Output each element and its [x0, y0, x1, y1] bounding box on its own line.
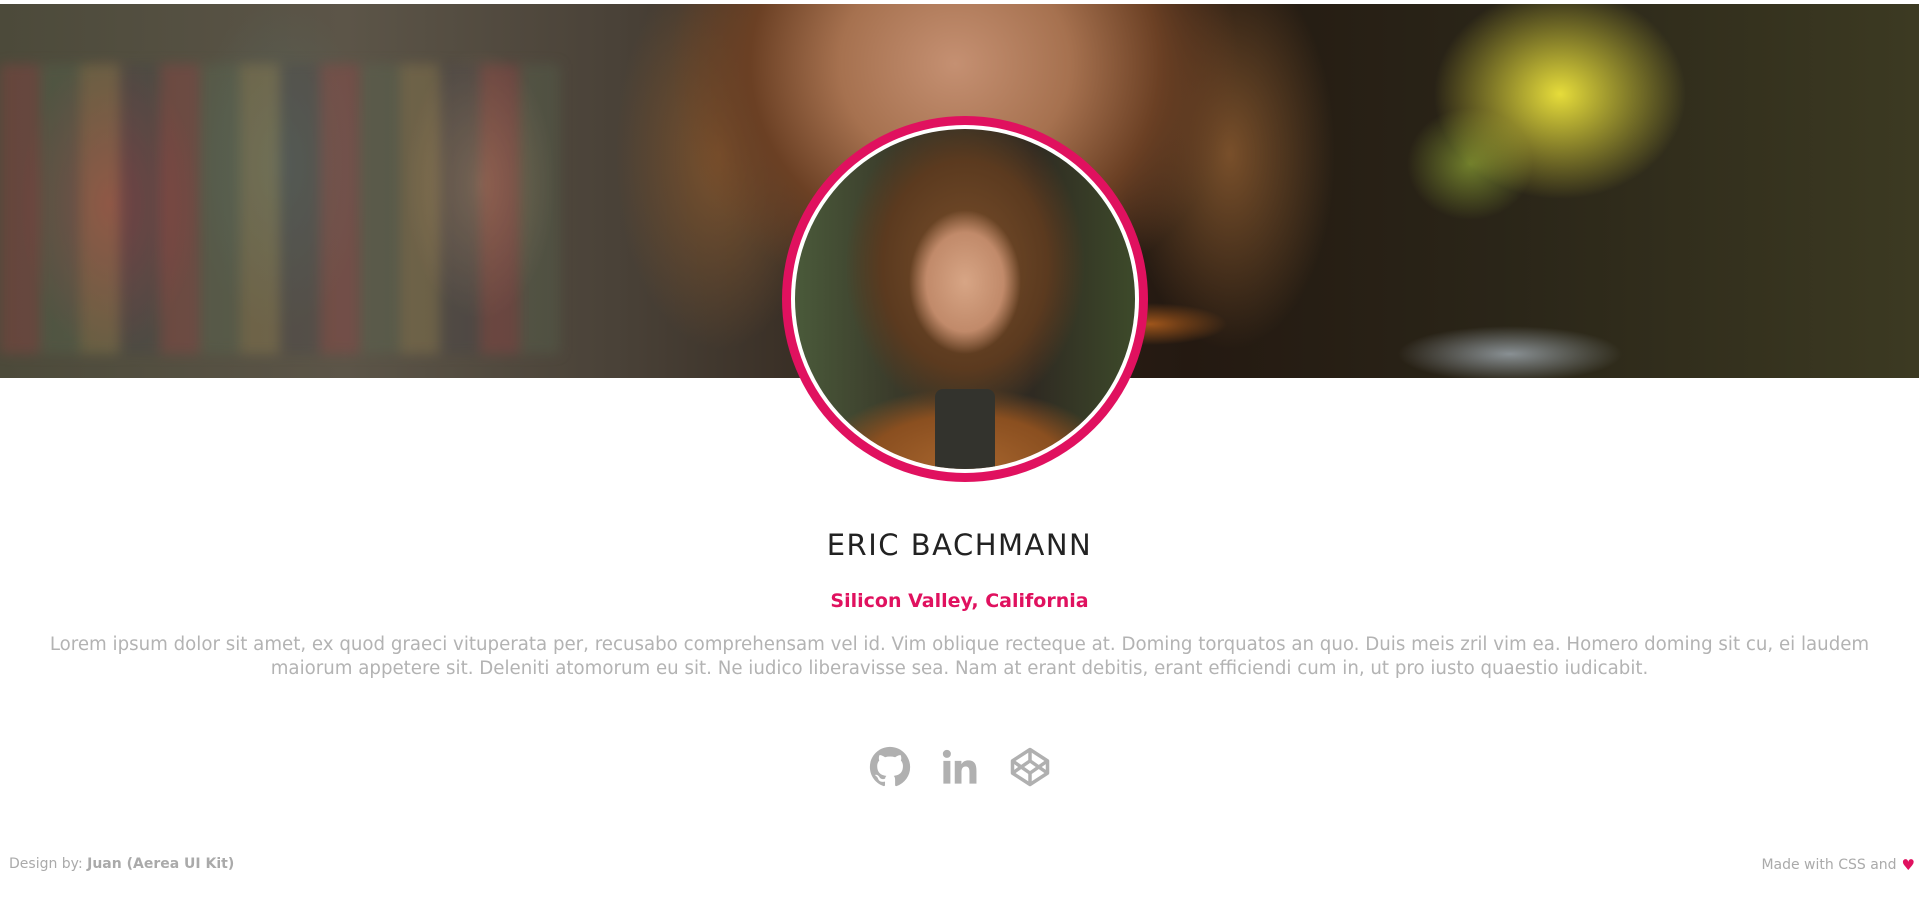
profile-bio: Lorem ipsum dolor sit amet, ex quod grae…: [49, 634, 1870, 679]
github-icon: [869, 746, 910, 787]
profile-page: ERIC BACHMANN Silicon Valley, California…: [0, 0, 1919, 898]
footer-made-with-text: Made with CSS and: [1761, 857, 1897, 873]
profile-name: ERIC BACHMANN: [826, 528, 1093, 562]
codepen-icon: [1010, 747, 1049, 787]
codepen-link[interactable]: [1008, 745, 1052, 789]
footer-credit: Design by: Juan (Aerea UI Kit): [9, 856, 234, 872]
avatar: [782, 116, 1148, 482]
cover-background-blur: [0, 64, 560, 354]
footer-credit-prefix: Design by:: [9, 856, 83, 872]
social-links: [0, 745, 1919, 789]
github-link[interactable]: [868, 745, 912, 789]
linkedin-link[interactable]: [938, 745, 982, 789]
profile-location: Silicon Valley, California: [830, 590, 1089, 612]
heart-icon: ♥: [1901, 856, 1915, 874]
linkedin-icon: [942, 749, 976, 784]
footer-credit-author[interactable]: Juan (Aerea UI Kit): [87, 856, 234, 872]
avatar-photo: [795, 129, 1135, 469]
footer-made-with: Made with CSS and ♥: [1761, 856, 1915, 874]
